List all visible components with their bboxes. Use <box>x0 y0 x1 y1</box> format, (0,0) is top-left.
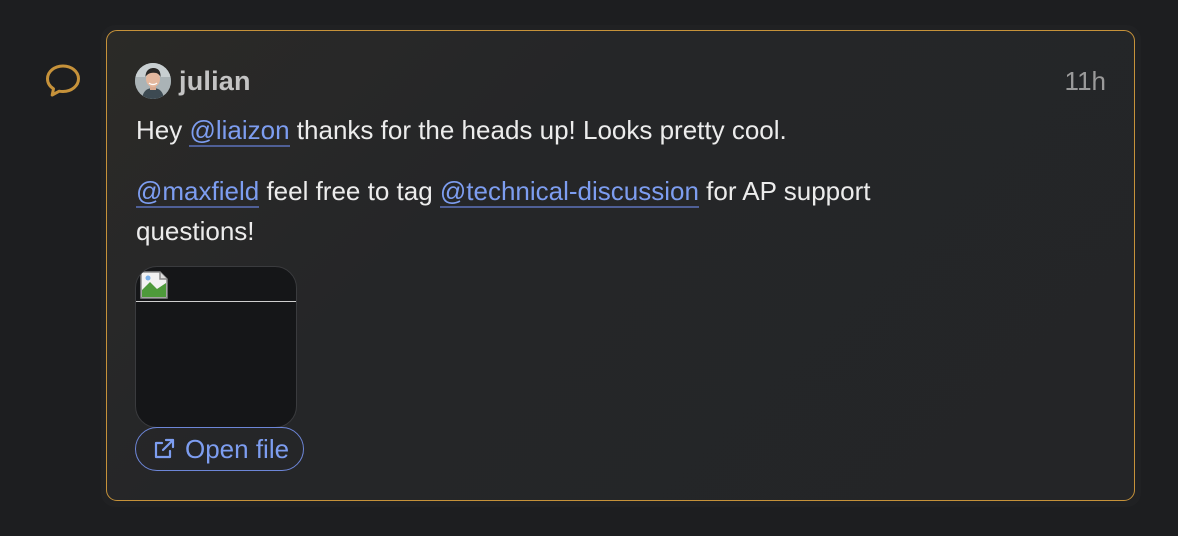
attachment-divider <box>136 301 296 302</box>
avatar-photo <box>135 63 171 99</box>
broken-image-icon <box>140 271 168 299</box>
comment-paragraph-1: Hey @liaizon thanks for the heads up! Lo… <box>136 110 896 150</box>
author-name[interactable]: julian <box>179 66 251 97</box>
comment-card: julian 11h Hey @liaizon thanks for the h… <box>106 30 1135 501</box>
avatar[interactable] <box>135 63 171 99</box>
open-file-button[interactable]: Open file <box>135 427 305 471</box>
comment-paragraph-2: @maxfield feel free to tag @technical-di… <box>136 171 896 251</box>
open-file-label: Open file <box>185 433 290 464</box>
comment-bubble-icon <box>46 64 80 97</box>
mention-maxfield[interactable]: @maxfield <box>136 176 260 208</box>
external-link-icon <box>154 438 175 459</box>
attachment-thumbnail[interactable] <box>135 266 297 428</box>
comment-header: julian <box>135 63 251 99</box>
paragraph-text: feel free to tag <box>259 176 440 206</box>
paragraph-text: Hey <box>136 115 190 145</box>
comment-timestamp: 11h <box>1064 66 1106 96</box>
mention-liaizon[interactable]: @liaizon <box>189 115 290 147</box>
paragraph-text: thanks for the heads up! Looks pretty co… <box>289 115 787 145</box>
mention-technical-discussion[interactable]: @technical-discussion <box>439 176 699 208</box>
